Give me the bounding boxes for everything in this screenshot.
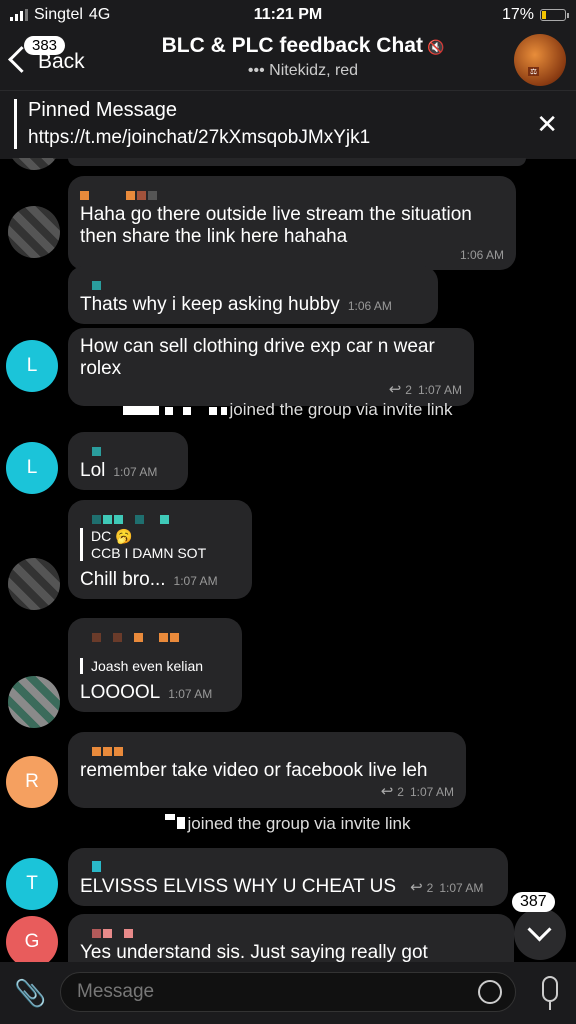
sender-name: [80, 922, 502, 938]
battery-percent: 17%: [501, 6, 534, 23]
reply-count: 2: [426, 881, 434, 895]
sender-name: [80, 856, 496, 872]
avatar[interactable]: [8, 206, 60, 258]
message-text: Thats why i keep asking hubby: [80, 294, 340, 315]
avatar-initial: T: [26, 873, 38, 894]
message-text: Lol: [80, 460, 106, 481]
message-time: 1:07 AM: [439, 881, 484, 895]
quote-text: CCB I DAMN SOT: [91, 545, 207, 561]
chat-title: BLC & PLC feedback Chat: [161, 34, 423, 57]
message-bubble[interactable]: Lol 1:07 AM: [68, 432, 188, 490]
avatar[interactable]: T: [6, 858, 58, 910]
reply-icon: ↩: [388, 381, 402, 398]
message-text: LOOOOL: [80, 682, 161, 703]
scroll-down-button[interactable]: 387: [512, 892, 566, 960]
quote-author: DC 🥱: [91, 528, 133, 544]
status-bar: Singtel 4G 11:21 PM 17%: [0, 0, 576, 30]
avatar[interactable]: R: [6, 756, 58, 808]
unread-mentions-badge: 387: [512, 892, 555, 912]
avatar[interactable]: [8, 158, 60, 170]
reply-quote[interactable]: Joash even kelian: [80, 658, 230, 674]
sender-name: [80, 508, 240, 524]
pinned-message-bar[interactable]: Pinned Message https://t.me/joinchat/27k…: [0, 90, 576, 159]
avatar[interactable]: [8, 558, 60, 610]
avatar[interactable]: L: [6, 442, 58, 494]
microphone-icon[interactable]: [542, 976, 558, 1010]
chat-header: Back 383 BLC & PLC feedback Chat 🔇 ••• Ni…: [0, 30, 576, 90]
gavel-icon: ⚖: [528, 67, 540, 76]
reply-count: 2: [397, 785, 404, 799]
message-text: remember take video or facebook live leh: [80, 760, 428, 781]
reply-quote[interactable]: DC 🥱 CCB I DAMN SOT: [80, 528, 240, 561]
status-time: 11:21 PM: [253, 6, 323, 23]
message-time: 1:07 AM: [409, 785, 454, 799]
system-message-text: joined the group via invite link: [187, 814, 411, 833]
chat-info[interactable]: BLC & PLC feedback Chat 🔇 ••• Nitekidz, r…: [110, 34, 496, 80]
pinned-text: https://t.me/joinchat/27kXmsqobJMxYjk1: [28, 127, 371, 148]
system-message-text: joined the group via invite link: [229, 400, 453, 419]
avatar-initial: G: [24, 931, 40, 952]
message-text: Haha go there outside live stream the si…: [80, 204, 472, 247]
attach-icon[interactable]: 📎: [14, 978, 46, 1009]
message-bubble[interactable]: How can sell clothing drive exp car n we…: [68, 328, 474, 406]
message-bubble[interactable]: Yes understand sis. Just saying really g…: [68, 914, 514, 962]
message-bubble[interactable]: ELVISSS ELVISS WHY U CHEAT US ↩ 2 1:07 AM: [68, 848, 508, 906]
sender-name: [80, 626, 230, 642]
chevron-down-icon: [527, 917, 552, 942]
pinned-label: Pinned Message: [28, 99, 177, 121]
message-time: 1:07 AM: [173, 574, 218, 588]
back-button[interactable]: Back 383: [8, 36, 98, 80]
sender-name: [80, 184, 504, 200]
message-time: 1:06 AM: [347, 299, 392, 313]
avatar-initial: L: [26, 457, 38, 478]
message-bubble[interactable]: Haha go there outside live stream the si…: [68, 176, 516, 270]
composer-bar: 📎: [0, 962, 576, 1024]
reply-count: 2: [405, 383, 412, 397]
sender-name: [80, 740, 454, 756]
unread-count-badge: 383: [24, 36, 66, 55]
pinned-indicator: [14, 99, 17, 149]
system-message: joined the group via invite link: [0, 814, 576, 834]
avatar-initial: L: [26, 355, 38, 376]
muted-icon: 🔇: [426, 39, 445, 55]
sticker-icon[interactable]: [478, 980, 502, 1004]
message-text: ELVISSS ELVISS WHY U CHEAT US: [80, 876, 397, 897]
message-list[interactable]: Haha go there outside live stream the si…: [0, 158, 576, 962]
reply-icon: ↩: [380, 783, 394, 800]
message-bubble-partial: [68, 158, 526, 166]
battery-fill: [542, 11, 547, 19]
message-bubble[interactable]: Joash even kelian LOOOOL 1:07 AM: [68, 618, 242, 712]
system-message: joined the group via invite link: [0, 400, 576, 420]
battery-icon: [540, 9, 569, 21]
avatar-initial: R: [25, 771, 39, 792]
quote-text: Joash even kelian: [91, 658, 204, 674]
message-bubble[interactable]: remember take video or facebook live leh…: [68, 732, 466, 808]
message-bubble[interactable]: DC 🥱 CCB I DAMN SOT Chill bro... 1:07 AM: [68, 500, 252, 599]
message-text: Yes understand sis. Just saying really g…: [80, 942, 428, 962]
sender-name: [80, 440, 176, 456]
group-avatar[interactable]: ⚖: [514, 34, 566, 86]
avatar[interactable]: L: [6, 340, 58, 392]
message-time: 1:07 AM: [168, 687, 213, 701]
message-bubble[interactable]: Thats why i keep asking hubby 1:06 AM: [68, 266, 438, 324]
sender-name: [80, 274, 426, 290]
reply-icon: ↩: [410, 879, 423, 896]
close-icon[interactable]: ✕: [536, 109, 558, 140]
message-input[interactable]: [60, 972, 516, 1012]
message-text: How can sell clothing drive exp car n we…: [80, 336, 435, 379]
typing-indicator: ••• Nitekidz, red: [247, 62, 359, 79]
message-time: 1:07 AM: [417, 383, 462, 397]
avatar[interactable]: G: [6, 916, 58, 962]
message-time: 1:07 AM: [113, 465, 158, 479]
message-text: Chill bro...: [80, 569, 166, 590]
avatar[interactable]: [8, 676, 60, 728]
message-time: 1:06 AM: [459, 248, 504, 262]
